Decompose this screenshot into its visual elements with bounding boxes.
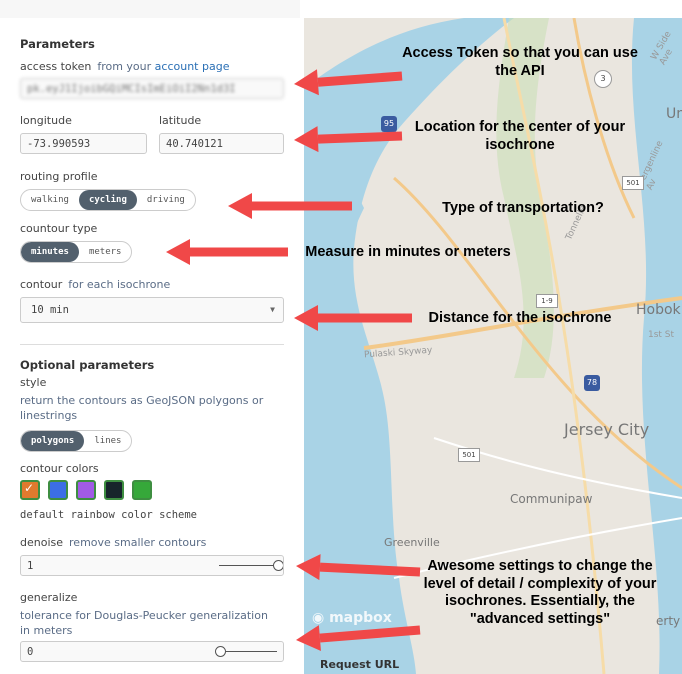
annotation-distance: Distance for the isochrone — [428, 310, 612, 326]
map-road-local — [433, 437, 682, 499]
check-icon: ✓ — [24, 481, 35, 495]
longitude-input[interactable]: -73.990593 — [20, 133, 147, 154]
generalize-slider-handle[interactable] — [215, 646, 226, 657]
option-polygons[interactable]: polygons — [21, 431, 85, 451]
option-minutes[interactable]: minutes — [21, 242, 79, 262]
contour-type-label: countour type — [20, 222, 98, 235]
map-label-union: Un — [666, 106, 682, 122]
optional-parameters-title: Optional parameters — [20, 358, 155, 372]
denoise-label: denoise remove smaller contours — [20, 536, 207, 549]
parameters-title: Parameters — [20, 37, 95, 51]
swatch-purple[interactable] — [76, 480, 96, 500]
shield-501-icon: 501 — [622, 176, 644, 190]
contour-select-value: 10 min — [31, 304, 69, 316]
contour-label: contour for each isochrone — [20, 278, 171, 291]
annotation-transportation: Type of transportation? — [442, 200, 604, 216]
shield-95-icon: 95 — [381, 116, 397, 132]
access-token-input[interactable]: pk.eyJ1IjoibGQiMCIsImEiOiI2Nn1d3I — [20, 78, 284, 99]
mapbox-logo[interactable]: ◉ mapbox — [312, 610, 392, 626]
color-scheme-caption: default rainbow color scheme — [20, 509, 198, 521]
latitude-label: latitude — [159, 114, 202, 127]
swatch-blue[interactable] — [48, 480, 68, 500]
section-divider — [20, 344, 284, 345]
generalize-value: 0 — [27, 646, 34, 658]
contour-type-toggle: minutes meters — [20, 241, 133, 263]
denoise-value: 1 — [27, 560, 34, 572]
denoise-input[interactable]: 1 — [20, 555, 284, 576]
shield-78-icon: 78 — [584, 375, 600, 391]
generalize-label: generalize — [20, 591, 78, 604]
annotation-location: Location for the center of your isochron… — [414, 119, 626, 153]
annotation-measure: Measure in minutes or meters — [305, 244, 511, 260]
account-page-link[interactable]: account page — [155, 60, 230, 73]
option-walking[interactable]: walking — [21, 190, 79, 210]
routing-profile-toggle: walking cycling driving — [20, 189, 196, 211]
latitude-input[interactable]: 40.740121 — [159, 133, 284, 154]
parameters-panel: Parameters access token from your account… — [0, 0, 300, 674]
map-label-greenville: Greenville — [384, 536, 440, 549]
generalize-description: tolerance for Douglas-Peucker generaliza… — [20, 609, 268, 637]
shield-1-9-icon: 1-9 — [536, 294, 558, 308]
map-label-hoboken: Hobok — [636, 302, 681, 318]
longitude-label: longitude — [20, 114, 72, 127]
contour-select[interactable]: 10 min ▼ — [20, 297, 284, 323]
swatch-green[interactable] — [132, 480, 152, 500]
style-description: return the contours as GeoJSON polygons … — [20, 394, 264, 422]
map-label-1st-st: 1st St — [648, 330, 675, 340]
option-cycling[interactable]: cycling — [78, 190, 137, 210]
option-meters[interactable]: meters — [79, 242, 132, 262]
style-label: style — [20, 376, 47, 389]
swatch-orange[interactable]: ✓ — [20, 480, 40, 500]
option-lines[interactable]: lines — [84, 431, 131, 451]
map-label-jersey-city: Jersey City — [564, 420, 650, 439]
chevron-down-icon: ▼ — [270, 305, 275, 314]
routing-profile-label: routing profile — [20, 170, 98, 183]
access-token-label: access token from your account page — [20, 60, 230, 73]
generalize-input[interactable]: 0 — [20, 641, 284, 662]
style-toggle: polygons lines — [20, 430, 133, 452]
map-label-communipaw: Communipaw — [510, 492, 593, 506]
generalize-slider-track[interactable] — [219, 651, 277, 652]
annotation-advanced: Awesome settings to change the level of … — [423, 558, 657, 627]
denoise-slider-track[interactable] — [219, 565, 277, 566]
request-url-title: Request URL — [320, 658, 400, 671]
contour-colors-label: contour colors — [20, 462, 99, 475]
annotation-access-token: Access Token so that you can use the API — [402, 45, 638, 79]
swatch-black[interactable] — [104, 480, 124, 500]
denoise-slider-handle[interactable] — [273, 560, 283, 571]
shield-501-south-icon: 501 — [458, 448, 480, 462]
option-driving[interactable]: driving — [137, 190, 195, 210]
